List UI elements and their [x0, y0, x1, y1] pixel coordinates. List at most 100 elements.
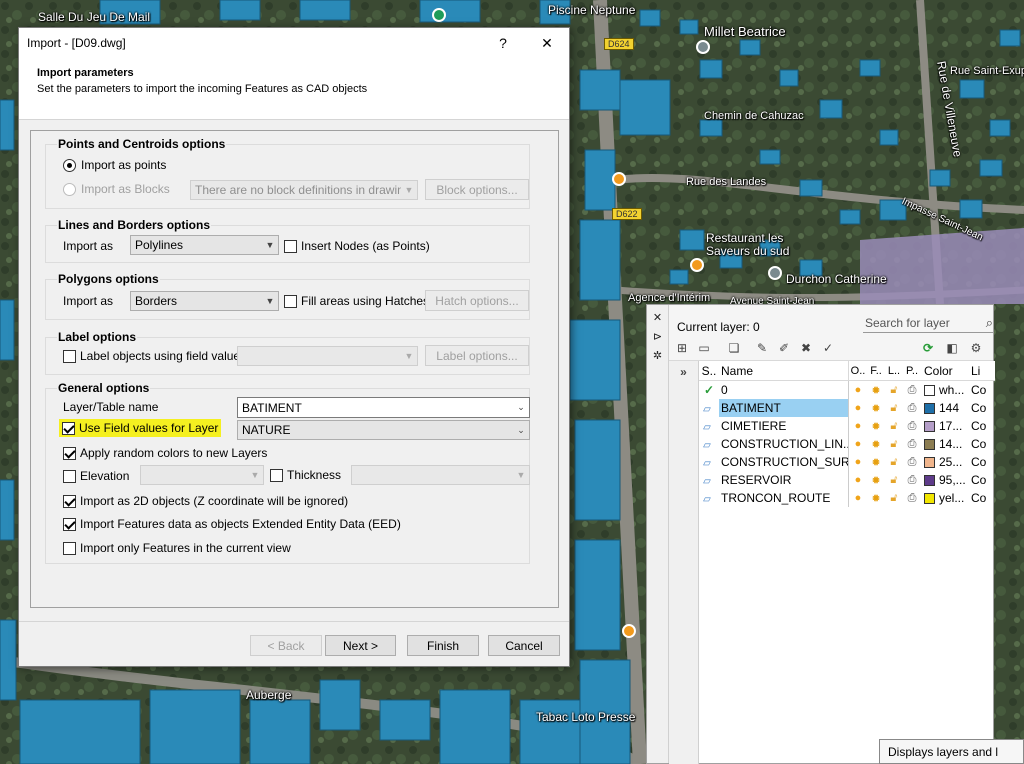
col-freeze[interactable]: F.. — [867, 365, 885, 377]
col-color[interactable]: Color — [921, 364, 969, 378]
layer-linetype[interactable]: Co — [969, 401, 989, 415]
fill-hatches-checkbox[interactable]: Fill areas using Hatches — [284, 294, 429, 308]
printer-icon[interactable]: ⎙ — [903, 402, 921, 415]
import-2d-checkbox[interactable]: Import as 2D objects (Z coordinate will … — [63, 494, 348, 508]
insert-nodes-checkbox[interactable]: Insert Nodes (as Points) — [284, 239, 430, 253]
lines-import-as-select[interactable]: Polylines ▼ — [130, 235, 279, 255]
import-as-points-radio[interactable]: Import as points — [63, 158, 166, 172]
elevation-checkbox[interactable]: Elevation — [63, 469, 129, 483]
lock-icon[interactable]: 🔓︎ — [885, 384, 903, 397]
layer-row[interactable]: ▱ BATIMENT ● ✹ 🔓︎ ⎙ 144 Co — [699, 399, 995, 417]
set-current-icon[interactable]: ✓ — [819, 339, 837, 357]
finish-button[interactable]: Finish — [407, 635, 479, 656]
printer-icon[interactable]: ⎙ — [903, 474, 921, 487]
col-name[interactable]: Name — [719, 360, 849, 381]
thickness-select[interactable]: ▼ — [351, 465, 530, 485]
lock-icon[interactable]: 🔓︎ — [885, 492, 903, 505]
polygons-import-as-select[interactable]: Borders ▼ — [130, 291, 279, 311]
refresh-icon[interactable]: ⟳ — [919, 339, 937, 357]
layer-color[interactable]: wh... — [921, 383, 969, 397]
printer-icon[interactable]: ⎙ — [903, 456, 921, 469]
col-lock[interactable]: L.. — [885, 365, 903, 377]
block-definitions-select[interactable]: There are no block definitions in drawin… — [190, 180, 418, 200]
lock-icon[interactable]: 🔓︎ — [885, 474, 903, 487]
sun-icon[interactable]: ✹ — [867, 420, 885, 433]
layer-color[interactable]: 14... — [921, 437, 969, 451]
back-button[interactable]: < Back — [250, 635, 322, 656]
printer-icon[interactable]: ⎙ — [903, 438, 921, 451]
layer-row[interactable]: ▱ CONSTRUCTION_LIN... ● ✹ 🔓︎ ⎙ 14... Co — [699, 435, 995, 453]
layer-linetype[interactable]: Co — [969, 419, 989, 433]
sun-icon[interactable]: ✹ — [867, 384, 885, 397]
apply-random-colors-checkbox[interactable]: Apply random colors to new Layers — [63, 446, 267, 460]
lock-icon[interactable]: 🔓︎ — [885, 456, 903, 469]
layer-linetype[interactable]: Co — [969, 473, 989, 487]
next-button[interactable]: Next > — [325, 635, 396, 656]
printer-icon[interactable]: ⎙ — [903, 420, 921, 433]
properties-icon[interactable]: ✲ — [647, 349, 668, 362]
auto-hide-icon[interactable]: ⊳ — [647, 330, 668, 343]
layer-color[interactable]: 95,... — [921, 473, 969, 487]
printer-icon[interactable]: ⎙ — [903, 384, 921, 397]
new-layer-icon[interactable]: ✎ — [753, 339, 771, 357]
elevation-select[interactable]: ▼ — [140, 465, 264, 485]
expand-filter-icon[interactable]: » — [669, 365, 698, 379]
lock-icon[interactable]: 🔓︎ — [885, 402, 903, 415]
layer-row[interactable]: ▱ RESERVOIR ● ✹ 🔓︎ ⎙ 95,... Co — [699, 471, 995, 489]
bulb-icon[interactable]: ● — [849, 438, 867, 450]
bulb-icon[interactable]: ● — [849, 474, 867, 486]
layer-color[interactable]: 144 — [921, 401, 969, 415]
import-current-view-checkbox[interactable]: Import only Features in the current view — [63, 541, 291, 555]
printer-icon[interactable]: ⎙ — [903, 492, 921, 505]
new-vp-layer-icon[interactable]: ✐ — [775, 339, 793, 357]
hatch-options-button[interactable]: Hatch options... — [425, 290, 529, 311]
sun-icon[interactable]: ✹ — [867, 492, 885, 505]
sun-icon[interactable]: ✹ — [867, 438, 885, 451]
bulb-icon[interactable]: ● — [849, 492, 867, 504]
layer-linetype[interactable]: Co — [969, 437, 989, 451]
layer-color[interactable]: 17... — [921, 419, 969, 433]
col-on[interactable]: O.. — [849, 365, 867, 377]
bulb-icon[interactable]: ● — [849, 456, 867, 468]
layer-search-input[interactable]: Search for layer ⌕ — [863, 313, 993, 333]
close-button[interactable]: ✕ — [525, 28, 569, 58]
gear-icon[interactable]: ⚙ — [967, 339, 985, 357]
field-value-select[interactable]: NATURE ⌄ — [237, 420, 530, 440]
import-as-blocks-radio[interactable]: Import as Blocks — [63, 182, 170, 196]
state-manager-icon[interactable]: ❏ — [725, 339, 743, 357]
label-options-button[interactable]: Label options... — [425, 345, 529, 366]
use-field-values-checkbox[interactable]: Use Field values for Layer — [59, 419, 222, 437]
col-linetype[interactable]: Li — [969, 364, 989, 378]
bulb-icon[interactable]: ● — [849, 420, 867, 432]
label-objects-checkbox[interactable]: Label objects using field value — [63, 349, 240, 363]
close-panel-icon[interactable]: ✕ — [647, 311, 668, 324]
layer-linetype[interactable]: Co — [969, 491, 989, 505]
layer-row[interactable]: ▱ TRONCON_ROUTE ● ✹ 🔓︎ ⎙ yel... Co — [699, 489, 995, 507]
label-field-select[interactable]: ▼ — [237, 346, 418, 366]
layer-row[interactable]: ▱ CONSTRUCTION_SUR... ● ✹ 🔓︎ ⎙ 25... Co — [699, 453, 995, 471]
lock-icon[interactable]: 🔓︎ — [885, 438, 903, 451]
col-status[interactable]: S.. — [699, 364, 719, 378]
folder-icon[interactable]: ▭ — [695, 339, 713, 357]
help-button[interactable]: ? — [481, 28, 525, 58]
thickness-checkbox[interactable]: Thickness — [270, 468, 341, 482]
block-options-button[interactable]: Block options... — [425, 179, 529, 200]
lock-icon[interactable]: 🔓︎ — [885, 420, 903, 433]
layer-row[interactable]: ✓ 0 ● ✹ 🔓︎ ⎙ wh... Co — [699, 381, 995, 399]
col-plot[interactable]: P.. — [903, 365, 921, 377]
isolate-icon[interactable]: ◧ — [943, 339, 961, 357]
sun-icon[interactable]: ✹ — [867, 474, 885, 487]
bulb-icon[interactable]: ● — [849, 402, 867, 414]
cancel-button[interactable]: Cancel — [488, 635, 560, 656]
bulb-icon[interactable]: ● — [849, 384, 867, 396]
sun-icon[interactable]: ✹ — [867, 456, 885, 469]
new-filter-icon[interactable]: ⊞ — [673, 339, 691, 357]
layer-color[interactable]: 25... — [921, 455, 969, 469]
layer-color[interactable]: yel... — [921, 491, 969, 505]
layer-linetype[interactable]: Co — [969, 383, 989, 397]
delete-layer-icon[interactable]: ✖ — [797, 339, 815, 357]
import-eed-checkbox[interactable]: Import Features data as objects Extended… — [63, 517, 401, 531]
layer-linetype[interactable]: Co — [969, 455, 989, 469]
layer-table-select[interactable]: BATIMENT ⌄ — [237, 397, 530, 418]
sun-icon[interactable]: ✹ — [867, 402, 885, 415]
